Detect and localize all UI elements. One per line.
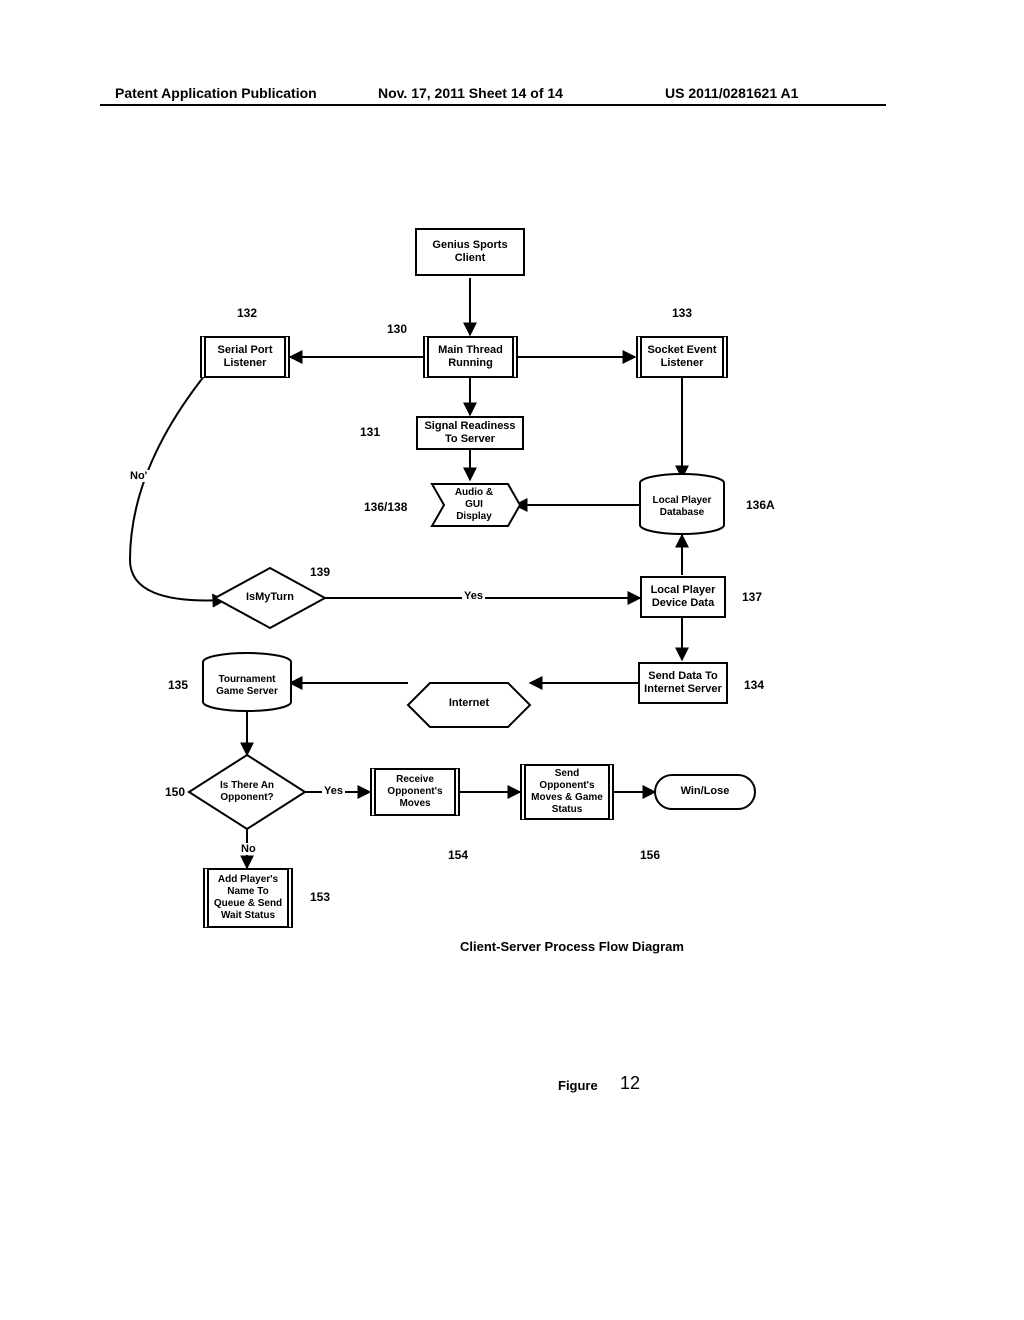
label-133: 133 xyxy=(672,306,692,320)
label-136A: 136A xyxy=(746,498,775,512)
node-ismyturn: IsMyTurn xyxy=(240,590,300,606)
label-154: 154 xyxy=(448,848,468,862)
node-main-thread: Main Thread Running xyxy=(423,336,518,378)
label-139: 139 xyxy=(310,565,330,579)
label-130: 130 xyxy=(387,322,407,336)
figure-label: Figure xyxy=(558,1078,598,1093)
node-serial-listener: Serial Port Listener xyxy=(200,336,290,378)
node-audio-gui: Audio & GUI Display xyxy=(444,490,504,520)
node-signal-readiness: Signal Readiness To Server xyxy=(416,416,524,450)
label-156: 156 xyxy=(640,848,660,862)
node-local-db: Local Player Database xyxy=(648,490,716,524)
edge-yes-turn: Yes xyxy=(462,590,485,602)
edge-yes-opp: Yes xyxy=(322,785,345,797)
diagram-stage: Genius Sports Client Main Thread Running… xyxy=(0,0,1024,1320)
edge-no-opp: No xyxy=(239,843,258,855)
label-131: 131 xyxy=(360,425,380,439)
arrows-overlay xyxy=(0,0,1024,1320)
node-genius-client: Genius Sports Client xyxy=(415,228,525,276)
label-132: 132 xyxy=(237,306,257,320)
node-winlose: Win/Lose xyxy=(670,782,740,802)
label-135: 135 xyxy=(168,678,188,692)
node-add-queue: Add Player's Name To Queue & Send Wait S… xyxy=(203,868,293,928)
node-recv-moves: Receive Opponent's Moves xyxy=(370,768,460,816)
node-send-data: Send Data To Internet Server xyxy=(638,662,728,704)
node-tour-server: Tournament Game Server xyxy=(210,668,284,704)
edge-no-quote: No' xyxy=(128,470,149,482)
node-device-data: Local Player Device Data xyxy=(640,576,726,618)
node-opponent-q: Is There An Opponent? xyxy=(210,778,284,806)
label-153: 153 xyxy=(310,890,330,904)
label-134: 134 xyxy=(744,678,764,692)
node-socket-listener: Socket Event Listener xyxy=(636,336,728,378)
figure-number: 12 xyxy=(620,1073,640,1094)
label-136-138: 136/138 xyxy=(364,500,407,514)
node-send-moves: Send Opponent's Moves & Game Status xyxy=(520,764,614,820)
diagram-caption: Client-Server Process Flow Diagram xyxy=(460,939,684,954)
label-137: 137 xyxy=(742,590,762,604)
label-150: 150 xyxy=(165,785,185,799)
node-internet: Internet xyxy=(442,693,496,715)
